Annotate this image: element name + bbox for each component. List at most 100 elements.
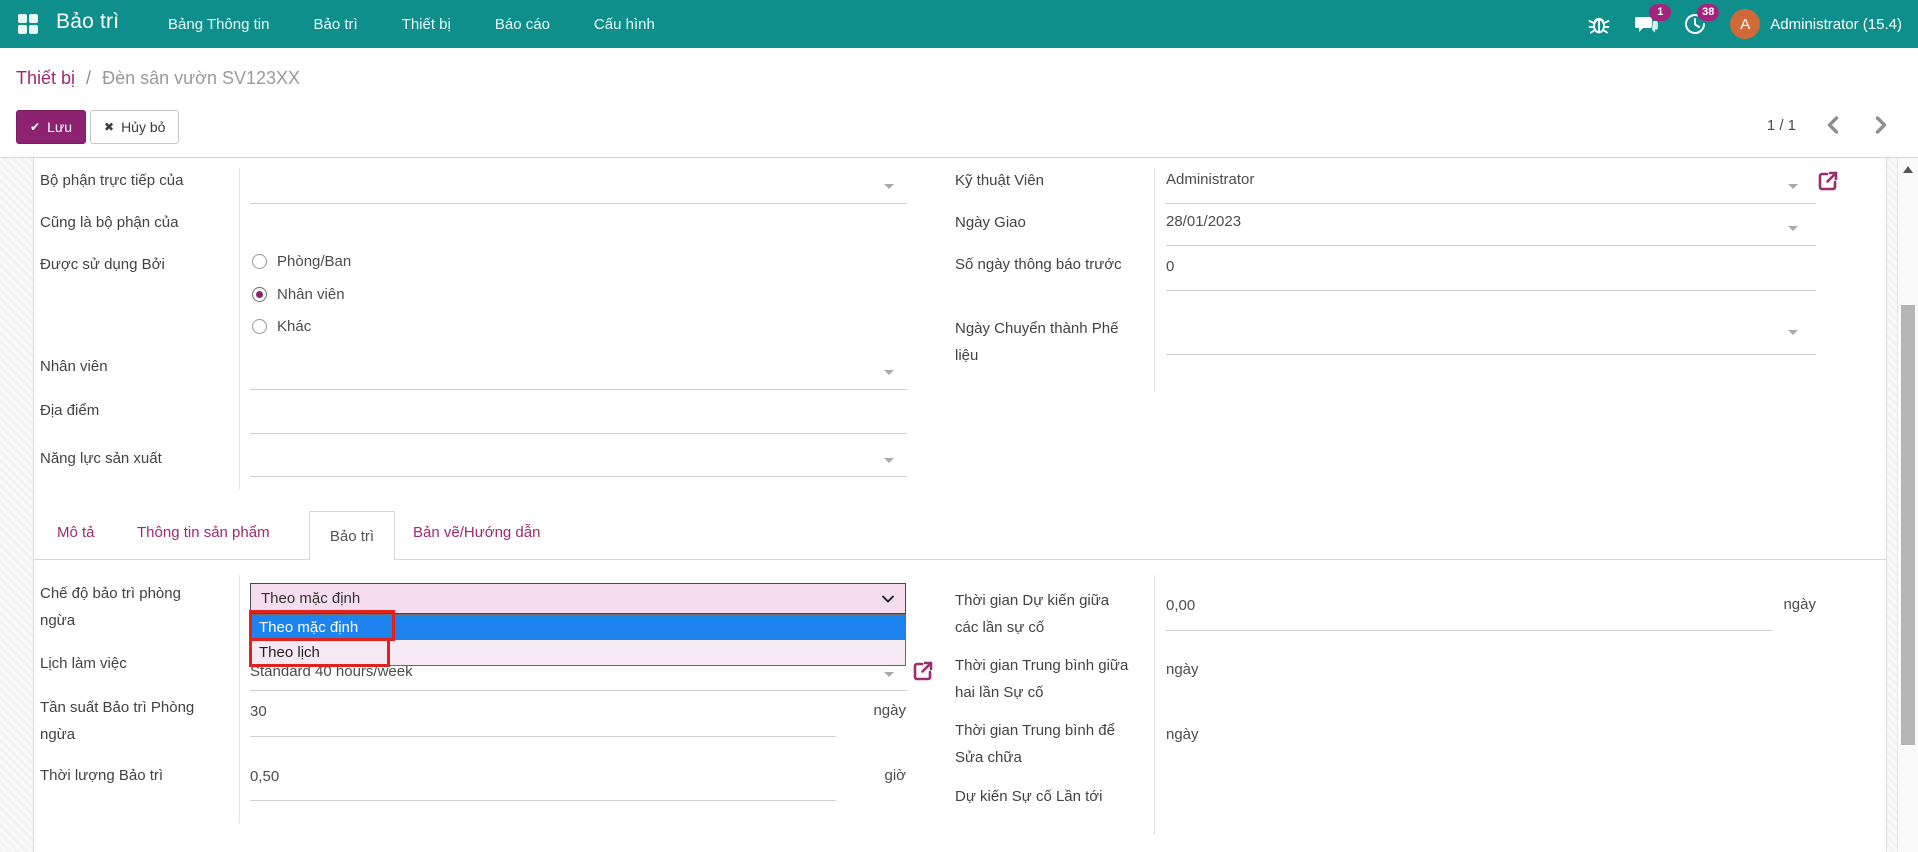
mttr-unit: ngày [1166, 725, 1199, 745]
scrap-date-input[interactable] [1166, 354, 1816, 355]
breadcrumb-separator: / [86, 68, 91, 88]
dropdown-option-default[interactable]: Theo mặc định [251, 615, 905, 640]
radio-circle-icon [252, 254, 267, 269]
field-label-working-calendar: Lịch làm việc [40, 650, 220, 677]
frequency-input[interactable] [250, 736, 836, 737]
pager-count: 1 / 1 [1767, 117, 1796, 134]
field-label-direct-part-of: Bộ phận trực tiếp của [40, 167, 220, 194]
bottom-right-group-divider [1154, 575, 1155, 835]
field-label-employee: Nhân viên [40, 353, 220, 380]
field-label-frequency: Tần suất Bảo trì Phòng ngừa [40, 694, 220, 748]
breadcrumb-equipment-link[interactable]: Thiết bị [16, 68, 75, 88]
pager-next-icon[interactable] [1870, 114, 1892, 136]
technician-dropdown-caret-icon[interactable] [1788, 184, 1798, 189]
field-label-maintenance-mode: Chế độ bảo trì phòng ngừa [40, 580, 220, 634]
duration-unit: giờ [250, 767, 906, 784]
expected-mtbf-unit: ngày [1166, 596, 1816, 613]
location-input[interactable] [250, 433, 907, 434]
capacity-dropdown-caret-icon[interactable] [884, 458, 894, 463]
apps-grid-icon[interactable] [18, 14, 38, 34]
technician-input[interactable] [1166, 203, 1816, 204]
avatar[interactable]: A [1730, 9, 1760, 39]
check-icon: ✔ [30, 120, 40, 134]
assigned-date-input[interactable] [1166, 245, 1816, 246]
menu-configuration[interactable]: Cấu hình [594, 16, 655, 33]
field-label-days-notice: Số ngày thông báo trước [955, 251, 1135, 278]
app-brand[interactable]: Bảo trì [56, 10, 119, 34]
tab-drawings[interactable]: Bản vẽ/Hướng dẫn [413, 524, 540, 541]
field-label-expected-mtbf: Thời gian Dự kiến giữa các lần sự cố [955, 587, 1135, 641]
maintenance-mode-dropdown: Theo mặc định Theo lịch [250, 614, 906, 666]
tab-description[interactable]: Mô tả [57, 524, 95, 541]
bottom-left-group-divider [239, 575, 240, 823]
field-label-capacity: Năng lực sản xuất [40, 445, 220, 472]
field-label-also-part-of: Cũng là bộ phận của [40, 209, 220, 236]
working-calendar-input[interactable] [250, 690, 907, 691]
activities-icon[interactable]: 38 [1682, 11, 1708, 37]
direct-part-of-input[interactable] [250, 203, 907, 204]
radio-department[interactable]: Phòng/Ban [252, 253, 351, 270]
radio-circle-icon [252, 319, 267, 334]
field-label-location: Địa điểm [40, 397, 220, 424]
left-group-divider [239, 168, 240, 490]
discard-button[interactable]: ✖ Hủy bỏ [90, 110, 179, 144]
dropdown-option-scheduled[interactable]: Theo lịch [251, 640, 905, 665]
field-label-next-failure: Dự kiến Sự cố Lần tới [955, 783, 1135, 810]
field-label-duration: Thời lượng Bảo trì [40, 762, 220, 789]
field-label-technician: Kỹ thuật Viên [955, 167, 1135, 194]
top-navbar: Bảo trì Bảng Thông tin Bảo trì Thiết bị … [0, 0, 1918, 48]
technician-value[interactable]: Administrator [1166, 170, 1254, 190]
technician-external-link-icon[interactable] [1817, 170, 1839, 192]
breadcrumb: Thiết bị / Đèn sân vườn SV123XX [16, 68, 300, 89]
capacity-input[interactable] [250, 476, 907, 477]
field-label-scrap-date: Ngày Chuyển thành Phế liệu [955, 315, 1135, 369]
assigned-date-caret-icon[interactable] [1788, 226, 1798, 231]
messages-icon[interactable]: 1 [1634, 11, 1660, 37]
field-label-mtbf: Thời gian Trung bình giữa hai lần Sự cố [955, 652, 1135, 706]
pager-previous-icon[interactable] [1822, 114, 1844, 136]
menu-maintenance[interactable]: Bảo trì [313, 16, 357, 33]
field-label-used-by: Được sử dụng Bởi [40, 251, 220, 278]
working-calendar-caret-icon[interactable] [884, 672, 894, 677]
maintenance-mode-select[interactable]: Theo mặc định [250, 583, 906, 614]
days-notice-input[interactable] [1166, 290, 1816, 291]
save-button[interactable]: ✔ Lưu [16, 110, 86, 144]
systray: 1 38 A Administrator (15.4) [1586, 0, 1918, 48]
menu-dashboard[interactable]: Bảng Thông tin [168, 16, 269, 33]
messages-badge: 1 [1649, 4, 1671, 21]
duration-input[interactable] [250, 800, 836, 801]
radio-selected-icon [252, 287, 267, 302]
x-icon: ✖ [104, 120, 114, 134]
direct-part-of-dropdown-caret-icon[interactable] [884, 184, 894, 189]
pager: 1 / 1 [1767, 114, 1892, 136]
scrollbar-up-arrow-icon[interactable] [1903, 166, 1913, 173]
right-group-divider [1154, 168, 1155, 392]
activities-badge: 38 [1697, 4, 1719, 21]
scrap-date-caret-icon[interactable] [1788, 330, 1798, 335]
tab-maintenance-active[interactable]: Bảo trì [309, 511, 395, 560]
expected-mtbf-input[interactable] [1166, 630, 1772, 631]
main-menu: Bảng Thông tin Bảo trì Thiết bị Báo cáo … [168, 0, 655, 48]
vertical-scrollbar[interactable] [1897, 158, 1918, 852]
assigned-date-value[interactable]: 28/01/2023 [1166, 212, 1241, 232]
breadcrumb-current: Đèn sân vườn SV123XX [102, 68, 300, 88]
scrollbar-thumb[interactable] [1901, 305, 1915, 745]
mtbf-unit: ngày [1166, 660, 1199, 680]
employee-input[interactable] [250, 389, 907, 390]
working-calendar-external-link-icon[interactable] [912, 660, 934, 682]
radio-employee[interactable]: Nhân viên [252, 286, 345, 303]
frequency-unit: ngày [250, 702, 906, 719]
days-notice-value[interactable]: 0 [1166, 257, 1174, 277]
menu-equipment[interactable]: Thiết bị [402, 16, 451, 33]
menu-reporting[interactable]: Báo cáo [495, 16, 550, 33]
maintenance-mode-value: Theo mặc định [261, 590, 360, 607]
select-chevron-icon [881, 593, 895, 605]
bug-icon[interactable] [1586, 11, 1612, 37]
field-label-mttr: Thời gian Trung bình để Sửa chữa [955, 717, 1135, 771]
tab-product-info[interactable]: Thông tin sản phẩm [137, 524, 270, 541]
control-panel: Thiết bị / Đèn sân vườn SV123XX ✔ Lưu ✖ … [0, 48, 1918, 158]
user-menu[interactable]: Administrator (15.4) [1770, 16, 1902, 33]
radio-other[interactable]: Khác [252, 318, 311, 335]
employee-dropdown-caret-icon[interactable] [884, 370, 894, 375]
field-label-assigned-date: Ngày Giao [955, 209, 1135, 236]
